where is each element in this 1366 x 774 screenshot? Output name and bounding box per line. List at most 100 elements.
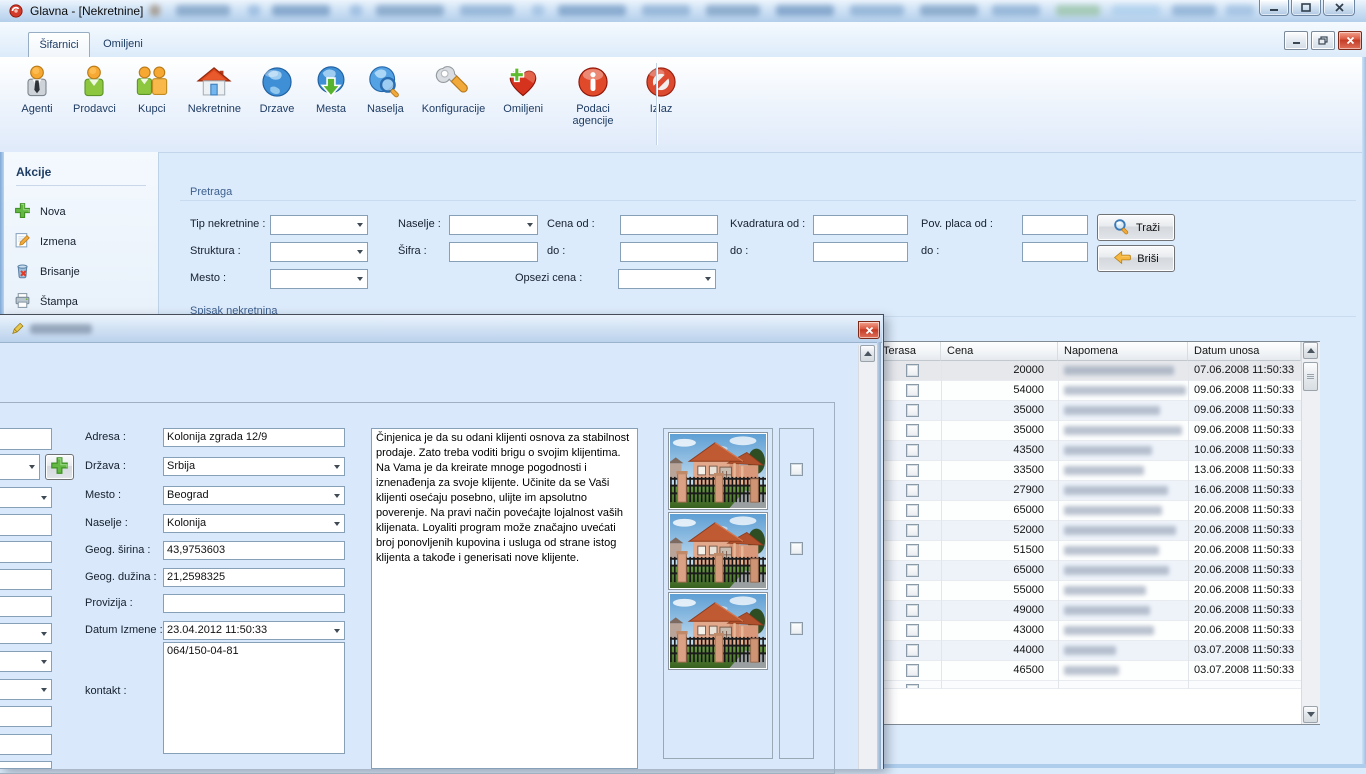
field-drzava-select[interactable]: Srbija <box>163 457 345 476</box>
property-photo-thumbnail[interactable] <box>668 432 768 510</box>
dialog-close-button[interactable] <box>858 321 880 339</box>
photo-select-checkbox[interactable] <box>790 542 803 555</box>
mdi-restore-button[interactable] <box>1311 31 1335 50</box>
toolbar-item-prodavci[interactable]: Prodavci <box>64 61 125 118</box>
toolbar-item-izlaz[interactable]: Izlaz <box>634 61 688 118</box>
toolbar-item-mesta[interactable]: Mesta <box>304 61 358 118</box>
clipped-input[interactable] <box>0 514 52 536</box>
kontakt-textarea[interactable]: 064/150-04-81 <box>163 642 345 754</box>
column-header-datum-unosa[interactable]: Datum unosa <box>1188 342 1301 361</box>
search-sifra-input[interactable] <box>449 242 538 262</box>
clipped-select[interactable] <box>0 623 52 644</box>
terasa-checkbox[interactable] <box>906 664 919 677</box>
terasa-checkbox[interactable] <box>906 544 919 557</box>
cena-cell: 35000 <box>941 424 1044 436</box>
photo-select-checkbox[interactable] <box>790 622 803 635</box>
terasa-checkbox[interactable] <box>906 604 919 617</box>
clipped-input[interactable] <box>0 596 52 617</box>
terasa-checkbox[interactable] <box>906 484 919 497</box>
terasa-checkbox[interactable] <box>906 384 919 397</box>
sidebar-item-brisanje[interactable]: Brisanje <box>14 262 80 282</box>
brisi-button[interactable]: Briši <box>1097 245 1175 272</box>
search-cena-od-input[interactable] <box>620 215 718 235</box>
scroll-up-button[interactable] <box>860 345 875 362</box>
terasa-checkbox[interactable] <box>906 584 919 597</box>
scroll-down-button[interactable] <box>1303 706 1318 723</box>
column-header-cena[interactable]: Cena <box>941 342 1058 361</box>
table-vertical-scrollbar[interactable] <box>1301 342 1320 724</box>
maximize-button[interactable] <box>1291 0 1321 16</box>
field-mesto-select[interactable]: Beograd <box>163 486 345 505</box>
search-do-input[interactable] <box>813 242 908 262</box>
toolbar-item-nekretnine[interactable]: Nekretnine <box>179 61 250 118</box>
pencil-icon <box>10 321 25 339</box>
scrollbar-thumb[interactable] <box>1303 362 1318 391</box>
toolbar-item-konfiguracije[interactable]: Konfiguracije <box>413 61 495 118</box>
toolbar-item-kupci[interactable]: Kupci <box>125 61 179 118</box>
property-photo-thumbnail[interactable] <box>668 512 768 590</box>
toolbar-item-podaci-agencije[interactable]: Podaci agencije <box>552 61 634 130</box>
search-naselje-select[interactable] <box>449 215 538 235</box>
scroll-up-button[interactable] <box>1303 342 1318 359</box>
clipped-select[interactable] <box>0 651 52 672</box>
terasa-checkbox[interactable] <box>906 464 919 477</box>
minimize-button[interactable] <box>1259 0 1289 16</box>
toolbar-item-omiljeni[interactable]: Omiljeni <box>494 61 552 118</box>
tab-omiljeni[interactable]: Omiljeni <box>96 32 150 57</box>
search-struktura-select[interactable] <box>270 242 368 262</box>
trazi-button[interactable]: Traži <box>1097 214 1175 241</box>
field-geog-sirina-input[interactable]: 43,9753603 <box>163 541 345 560</box>
field-geog-duzina-input[interactable]: 21,2598325 <box>163 568 345 587</box>
redacted-text <box>1172 5 1216 16</box>
clipped-select[interactable] <box>0 487 52 508</box>
search-do-input[interactable] <box>1022 242 1088 262</box>
property-photo-thumbnail[interactable] <box>668 592 768 670</box>
terasa-checkbox[interactable] <box>906 524 919 537</box>
clipped-input[interactable] <box>0 706 52 727</box>
column-header-terasa[interactable]: Terasa <box>877 342 941 361</box>
field-datum-izmene-select[interactable]: 23.04.2012 11:50:33 <box>163 621 345 640</box>
terasa-checkbox[interactable] <box>906 684 919 689</box>
terasa-checkbox[interactable] <box>906 424 919 437</box>
search-do-input[interactable] <box>620 242 718 262</box>
terasa-checkbox[interactable] <box>906 444 919 457</box>
clipped-input[interactable] <box>0 734 52 755</box>
toolbar-item-agenti[interactable]: Agenti <box>10 61 64 118</box>
terasa-checkbox[interactable] <box>906 364 919 377</box>
terasa-checkbox[interactable] <box>906 564 919 577</box>
search-kvadratura-od-input[interactable] <box>813 215 908 235</box>
terasa-checkbox[interactable] <box>906 404 919 417</box>
toolbar-item-label: Podaci agencije <box>561 103 625 127</box>
field-provizija-input[interactable] <box>163 594 345 613</box>
field-naselje-select[interactable]: Kolonija <box>163 514 345 533</box>
clipped-input[interactable] <box>0 428 52 450</box>
tab-sifarnici[interactable]: Šifarnici <box>28 32 90 57</box>
mdi-minimize-button[interactable] <box>1284 31 1308 50</box>
clipped-input[interactable] <box>0 569 52 590</box>
search-field-label: do : <box>921 245 939 257</box>
field-adresa-input[interactable]: Kolonija zgrada 12/9 <box>163 428 345 447</box>
close-button[interactable] <box>1323 0 1355 16</box>
sidebar-item-nova[interactable]: Nova <box>14 202 66 222</box>
photo-select-checkbox[interactable] <box>790 463 803 476</box>
search-mesto-select[interactable] <box>270 269 368 289</box>
clipped-select[interactable] <box>0 454 40 480</box>
chevron-down-icon <box>357 277 363 281</box>
terasa-checkbox[interactable] <box>906 624 919 637</box>
add-related-button[interactable] <box>45 454 74 480</box>
search-tip-nekretnine-select[interactable] <box>270 215 368 235</box>
dialog-vertical-scrollbar[interactable] <box>858 345 877 769</box>
description-textarea[interactable]: Činjenica je da su odani klijenti osnova… <box>371 428 638 769</box>
toolbar-item-naselja[interactable]: Naselja <box>358 61 413 118</box>
sidebar-item-stampa[interactable]: Štampa <box>14 292 78 312</box>
search-opsezi-cena-select[interactable] <box>618 269 716 289</box>
mdi-close-button[interactable] <box>1338 31 1362 50</box>
sidebar-item-izmena[interactable]: Izmena <box>14 232 76 252</box>
search-pov-placa-od-input[interactable] <box>1022 215 1088 235</box>
column-header-napomena[interactable]: Napomena <box>1058 342 1188 361</box>
toolbar-item-drzave[interactable]: Drzave <box>250 61 304 118</box>
clipped-select[interactable] <box>0 679 52 700</box>
terasa-checkbox[interactable] <box>906 644 919 657</box>
terasa-checkbox[interactable] <box>906 504 919 517</box>
clipped-input[interactable] <box>0 541 52 563</box>
